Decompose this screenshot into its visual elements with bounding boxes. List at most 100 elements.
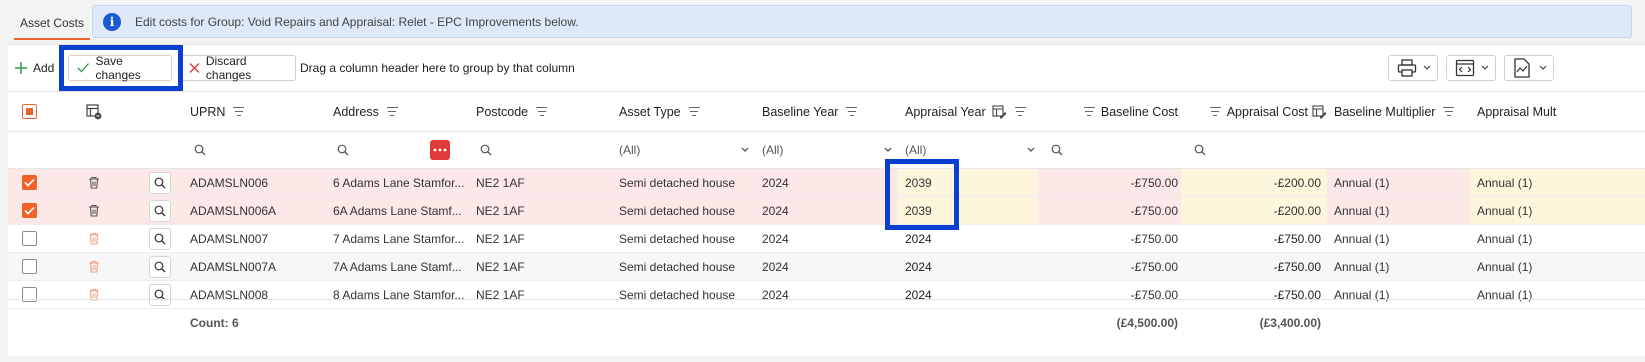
view-row-button[interactable] (149, 197, 173, 224)
column-header-asset-type[interactable]: Asset Type (619, 92, 759, 131)
uprn-cell[interactable]: ADAMSLN007 (190, 225, 326, 252)
address-filter-input[interactable] (337, 132, 427, 168)
column-header-baseline-year[interactable]: Baseline Year (762, 92, 902, 131)
column-header-baseline-cost[interactable]: Baseline Cost (1048, 92, 1178, 131)
row-select-checkbox[interactable] (22, 225, 42, 252)
appraisal-cost-cell[interactable]: -£750.00 (1181, 225, 1327, 252)
baseline-cost-cell[interactable]: -£750.00 (1048, 225, 1178, 252)
trash-icon (89, 204, 99, 217)
table-row[interactable]: ADAMSLN007 7 Adams Lane Stamfor... NE2 1… (8, 225, 1645, 253)
postcode-filter-input[interactable] (480, 132, 610, 168)
sort-icon (1083, 107, 1095, 117)
uprn-filter-input[interactable] (194, 132, 324, 168)
asset-type-cell[interactable]: Semi detached house (619, 225, 755, 252)
sort-icon (536, 107, 548, 117)
search-icon (154, 205, 166, 216)
view-row-button[interactable] (149, 253, 173, 280)
asset-costs-panel: Add Save changes Discard changes Drag a … (8, 44, 1645, 356)
sort-icon (1209, 107, 1221, 117)
baseline-year-cell[interactable]: 2024 (762, 225, 898, 252)
add-button[interactable]: Add (14, 55, 54, 81)
column-header-appraisal-cost[interactable]: Appraisal Cost (1191, 92, 1327, 131)
baseline-cost-cell[interactable]: -£750.00 (1048, 169, 1178, 196)
table-row[interactable]: ADAMSLN007A 7A Adams Lane Stamf... NE2 1… (8, 253, 1645, 281)
postcode-cell[interactable]: NE2 1AF (476, 225, 612, 252)
postcode-cell[interactable]: NE2 1AF (476, 253, 612, 280)
appraisal-cost-cell[interactable]: -£750.00 (1181, 253, 1327, 280)
table-row[interactable]: ADAMSLN006 6 Adams Lane Stamfor... NE2 1… (8, 169, 1645, 197)
address-cell[interactable]: 6A Adams Lane Stamf... (333, 197, 469, 224)
column-header-appraisal-multiplier[interactable]: Appraisal Mult (1477, 92, 1645, 131)
address-filter-options-button[interactable] (430, 132, 454, 168)
column-chooser-button[interactable] (86, 92, 108, 131)
asset-type-filter-select[interactable]: (All) (619, 132, 749, 168)
baseline-multiplier-cell[interactable]: Annual (1) (1334, 253, 1470, 280)
postcode-header-label: Postcode (476, 104, 529, 119)
appraisal-multiplier-cell[interactable]: Annual (1) (1470, 197, 1645, 224)
baseline-year-filter-select[interactable]: (All) (762, 132, 892, 168)
row-select-checkbox[interactable] (22, 169, 42, 196)
export-file-dropdown[interactable] (1504, 55, 1554, 81)
column-header-baseline-multiplier[interactable]: Baseline Multiplier (1334, 92, 1474, 131)
baseline-cost-cell[interactable]: -£750.00 (1048, 197, 1178, 224)
baseline-cost-cell[interactable]: -£750.00 (1048, 253, 1178, 280)
baseline-year-filter-value: (All) (762, 143, 784, 157)
appraisal-year-cell[interactable]: 2039 (898, 169, 1038, 196)
baseline-year-cell[interactable]: 2024 (762, 169, 898, 196)
view-row-button[interactable] (149, 169, 173, 196)
uprn-cell[interactable]: ADAMSLN006 (190, 169, 326, 196)
column-header-uprn[interactable]: UPRN (190, 92, 330, 131)
uprn-cell[interactable]: ADAMSLN007A (190, 253, 326, 280)
baseline-year-cell[interactable]: 2024 (762, 253, 898, 280)
asset-type-cell[interactable]: Semi detached house (619, 253, 755, 280)
discard-changes-button[interactable]: Discard changes (180, 54, 296, 82)
appraisal-cost-cell[interactable]: -£200.00 (1181, 169, 1327, 196)
appraisal-year-filter-select[interactable]: (All) (905, 132, 1035, 168)
asset-type-cell[interactable]: Semi detached house (619, 169, 755, 196)
appraisal-multiplier-cell[interactable]: Annual (1) (1470, 225, 1645, 252)
search-icon (194, 144, 206, 156)
appraisal-multiplier-header-label: Appraisal Mult (1477, 104, 1557, 119)
delete-row-button[interactable] (88, 197, 108, 224)
appraisal-year-cell[interactable]: 2024 (898, 225, 1038, 252)
delete-row-button[interactable] (88, 225, 108, 252)
print-dropdown[interactable] (1388, 55, 1438, 81)
postcode-cell[interactable]: NE2 1AF (476, 169, 612, 196)
baseline-cost-filter-input[interactable] (1051, 132, 1181, 168)
view-row-button[interactable] (149, 225, 173, 252)
appraisal-cost-filter-input[interactable] (1194, 132, 1324, 168)
address-cell[interactable]: 7A Adams Lane Stamf... (333, 253, 469, 280)
appraisal-year-cell[interactable]: 2039 (898, 197, 1038, 224)
column-header-address[interactable]: Address (333, 92, 473, 131)
baseline-year-cell[interactable]: 2024 (762, 197, 898, 224)
search-icon (154, 233, 166, 244)
appraisal-multiplier-cell[interactable]: Annual (1) (1470, 253, 1645, 280)
address-cell[interactable]: 6 Adams Lane Stamfor... (333, 169, 469, 196)
sort-icon (846, 107, 858, 117)
select-all-checkbox[interactable] (22, 92, 42, 131)
save-changes-button[interactable]: Save changes (68, 54, 172, 82)
address-cell[interactable]: 7 Adams Lane Stamfor... (333, 225, 469, 252)
export-code-dropdown[interactable] (1446, 55, 1496, 81)
column-header-postcode[interactable]: Postcode (476, 92, 616, 131)
row-select-checkbox[interactable] (22, 197, 42, 224)
search-icon (154, 261, 166, 272)
appraisal-cost-cell[interactable]: -£200.00 (1181, 197, 1327, 224)
baseline-multiplier-cell[interactable]: Annual (1) (1334, 169, 1470, 196)
uprn-cell[interactable]: ADAMSLN006A (190, 197, 326, 224)
baseline-multiplier-cell[interactable]: Annual (1) (1334, 197, 1470, 224)
search-icon (337, 144, 349, 156)
table-row[interactable]: ADAMSLN006A 6A Adams Lane Stamf... NE2 1… (8, 197, 1645, 225)
delete-row-button[interactable] (88, 253, 108, 280)
appraisal-multiplier-cell[interactable]: Annual (1) (1470, 169, 1645, 196)
column-header-appraisal-year[interactable]: Appraisal Year (905, 92, 1045, 131)
delete-row-button[interactable] (88, 169, 108, 196)
column-chooser-icon (86, 103, 102, 119)
postcode-cell[interactable]: NE2 1AF (476, 197, 612, 224)
appraisal-year-cell[interactable]: 2024 (898, 253, 1038, 280)
baseline-cost-total: (£4,500.00) (1116, 316, 1178, 330)
baseline-multiplier-cell[interactable]: Annual (1) (1334, 225, 1470, 252)
row-select-checkbox[interactable] (22, 253, 42, 280)
asset-type-cell[interactable]: Semi detached house (619, 197, 755, 224)
tab-asset-costs[interactable]: Asset Costs (14, 8, 91, 40)
